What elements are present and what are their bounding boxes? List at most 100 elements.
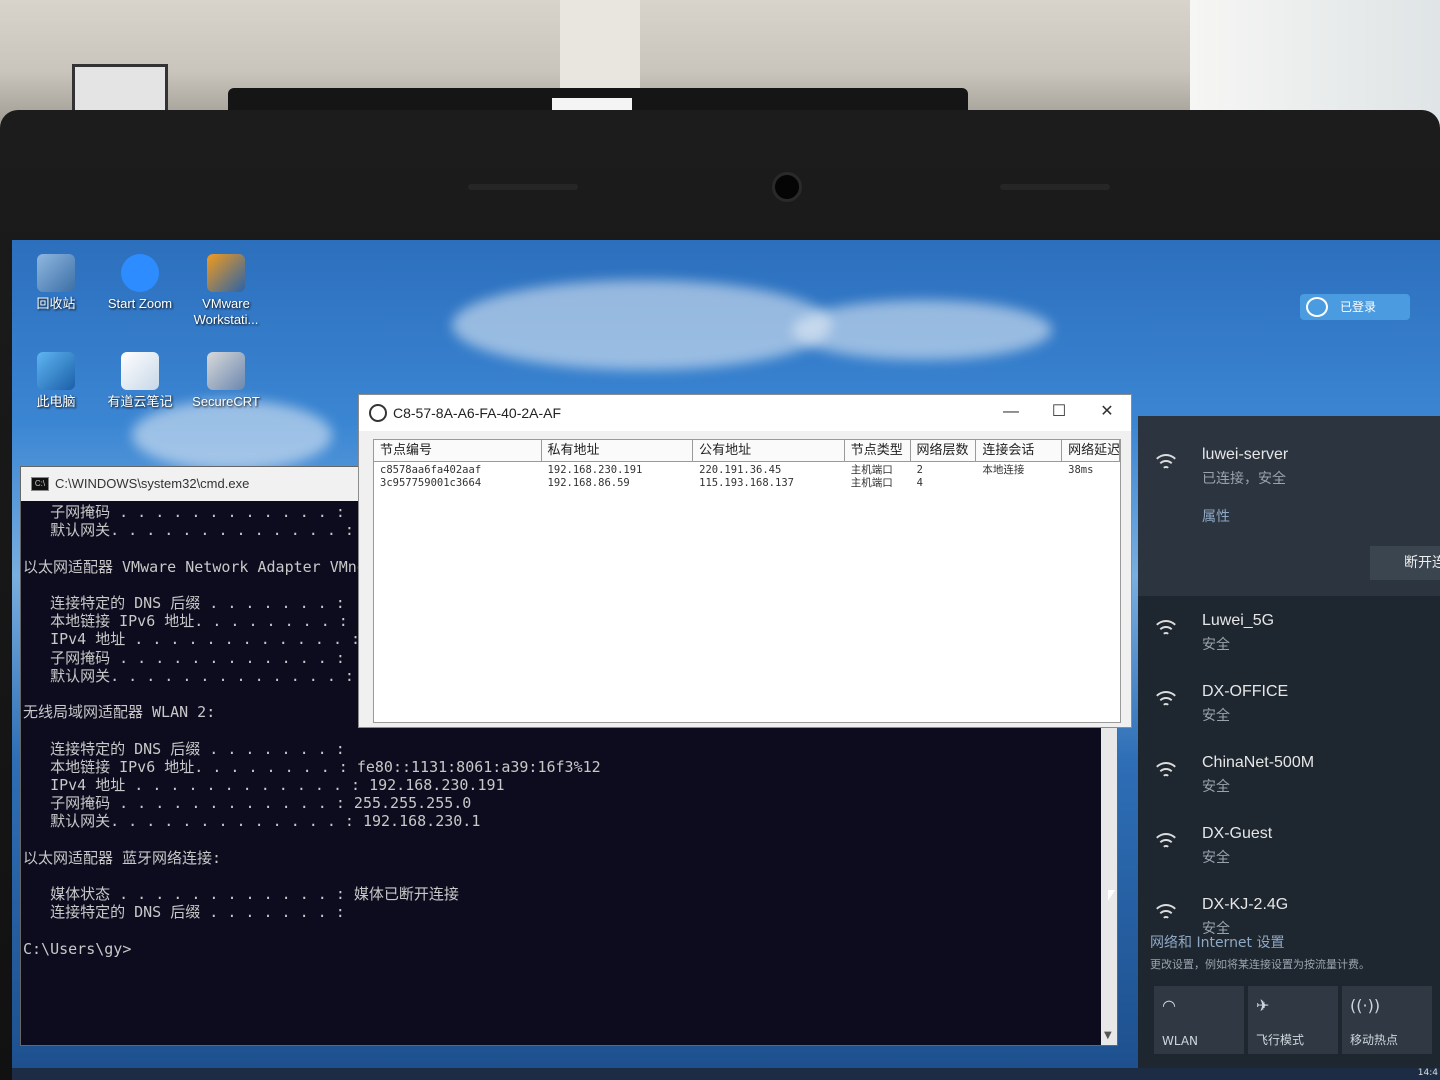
desktop-icon-zoom[interactable]: Start Zoom: [96, 254, 184, 312]
wifi-icon: ◠: [1162, 996, 1176, 1015]
cmd-line: C:\Users\gy>: [23, 939, 132, 958]
cmd-icon: C:\: [31, 477, 49, 491]
disconnect-label: 断开连接: [1404, 555, 1440, 571]
cmd-line: [23, 831, 1117, 849]
table-cell: 115.193.168.137: [699, 477, 794, 489]
table-header: 节点编号 私有地址 公有地址 节点类型 网络层数 连接会话 网络延迟: [374, 440, 1120, 462]
cloud-sync-badge[interactable]: 已登录: [1300, 294, 1410, 320]
wallpaper-cloud: [452, 280, 832, 370]
network-status: 安全: [1202, 707, 1230, 723]
wifi-icon: [1152, 620, 1180, 648]
column-header[interactable]: 公有地址: [693, 440, 845, 461]
app-logo-icon: [369, 404, 387, 422]
scroll-down-icon[interactable]: ▼: [1104, 1030, 1112, 1041]
network-status: 安全: [1202, 849, 1230, 865]
wallpaper-cloud: [132, 400, 332, 470]
network-item[interactable]: Luwei_5G 安全: [1152, 612, 1440, 672]
network-name: DX-OFFICE: [1202, 683, 1289, 700]
table-cell: [1062, 477, 1120, 490]
node-titlebar[interactable]: C8-57-8A-A6-FA-40-2A-AF — ☐ ✕: [359, 395, 1131, 431]
computer-icon: [37, 352, 75, 390]
column-header[interactable]: 网络延迟: [1062, 440, 1120, 461]
table-cell: 192.168.230.191: [547, 464, 643, 476]
disconnect-button[interactable]: 断开连接: [1370, 546, 1440, 580]
node-window-title: C8-57-8A-A6-FA-40-2A-AF: [393, 405, 562, 421]
zoom-icon: [121, 254, 159, 292]
quick-action-label: WLAN: [1162, 1034, 1199, 1048]
network-item[interactable]: DX-OFFICE 安全: [1152, 683, 1440, 743]
desktop-icon-vmware[interactable]: VMware Workstati...: [182, 254, 270, 328]
close-button[interactable]: ✕: [1083, 395, 1131, 431]
wifi-icon: [1152, 762, 1180, 790]
maximize-button[interactable]: ☐: [1035, 395, 1083, 431]
taskbar-clock[interactable]: 14:4: [1418, 1068, 1438, 1078]
table-body: c8578aa6fa402aaf 192.168.230.191 220.191.3…: [374, 462, 1120, 490]
cloud-icon: [1306, 297, 1328, 317]
column-header[interactable]: 节点编号: [374, 440, 542, 461]
cmd-line: [23, 867, 1117, 885]
node-table[interactable]: 节点编号 私有地址 公有地址 节点类型 网络层数 连接会话 网络延迟 c8578aa6fa4…: [373, 439, 1121, 723]
table-cell: 4: [916, 477, 923, 489]
securecrt-icon: [207, 352, 245, 390]
column-header[interactable]: 私有地址: [542, 440, 694, 461]
network-item[interactable]: ChinaNet-500M 安全: [1152, 754, 1440, 814]
table-cell: 3c957759001c3664: [380, 477, 482, 489]
table-cell: 本地连接: [982, 464, 1025, 476]
desktop-icon-label: 回收站: [36, 296, 76, 311]
cmd-line: 连接特定的 DNS 后缀 . . . . . . . :: [23, 903, 345, 922]
column-header[interactable]: 连接会话: [976, 440, 1063, 461]
webcam: [772, 172, 802, 202]
network-name: ChinaNet-500M: [1202, 754, 1315, 771]
cmd-line: 连接特定的 DNS 后缀 . . . . . . . :: [23, 739, 345, 758]
desktop-icon-label: 此电脑: [36, 394, 76, 409]
airplane-icon: ✈: [1256, 996, 1270, 1015]
network-status: 安全: [1202, 636, 1230, 652]
desktop-icon-youdao-note[interactable]: 有道云笔记: [96, 352, 184, 410]
minimize-button[interactable]: —: [987, 395, 1035, 431]
desktop-icon-recycle-bin[interactable]: 回收站: [12, 254, 100, 312]
table-cell: c8578aa6fa402aaf: [380, 464, 482, 476]
cmd-line: 默认网关. . . . . . . . . . . . . : 192.168.…: [23, 812, 481, 831]
desktop-icon-securecrt[interactable]: SecureCRT: [182, 352, 270, 410]
taskbar: 14:4: [12, 1068, 1440, 1080]
cmd-line: 子网掩码 . . . . . . . . . . . . : 255.255.2…: [23, 794, 472, 813]
network-name: luwei-server: [1202, 446, 1289, 463]
node-info-window[interactable]: C8-57-8A-A6-FA-40-2A-AF — ☐ ✕ 节点编号 私有地址 公有…: [358, 394, 1132, 728]
desktop-icon-this-pc[interactable]: 此电脑: [12, 352, 100, 410]
table-row[interactable]: 3c957759001c3664 192.168.86.59 115.193.168…: [374, 477, 1120, 490]
quick-action-label: 飞行模式: [1256, 1033, 1305, 1047]
cmd-title: C:\WINDOWS\system32\cmd.exe: [55, 476, 250, 491]
properties-link[interactable]: 属性: [1202, 506, 1230, 526]
bezel-slot: [1000, 184, 1110, 190]
network-settings-link[interactable]: 网络和 Internet 设置: [1150, 932, 1285, 952]
wifi-icon: [1152, 904, 1180, 932]
active-network[interactable]: luwei-server 已连接，安全 属性 断开连接: [1138, 416, 1440, 596]
hotspot-icon: ((·)): [1350, 996, 1381, 1015]
network-item[interactable]: DX-Guest 安全: [1152, 825, 1440, 885]
vmware-icon: [207, 254, 245, 292]
quick-action-hotspot[interactable]: ((·)) 移动热点: [1342, 986, 1432, 1054]
network-status: 已连接，安全: [1202, 470, 1286, 486]
table-cell: [976, 477, 1062, 490]
note-icon: [121, 352, 159, 390]
network-item-active[interactable]: luwei-server 已连接，安全: [1152, 446, 1440, 506]
desktop-screen: 回收站 Start Zoom VMware Workstati... 此电脑 有…: [12, 240, 1440, 1080]
network-name: Luwei_5G: [1202, 612, 1275, 629]
bezel-slot: [468, 184, 578, 190]
table-cell: 220.191.36.45: [699, 464, 782, 476]
desktop-icon-label: SecureCRT: [192, 394, 260, 409]
table-row[interactable]: c8578aa6fa402aaf 192.168.230.191 220.191.3…: [374, 464, 1120, 477]
column-header[interactable]: 节点类型: [845, 440, 911, 461]
column-header[interactable]: 网络层数: [911, 440, 977, 461]
network-settings-description: 更改设置，例如将某连接设置为按流量计费。: [1150, 958, 1370, 971]
cmd-line: 以太网适配器 蓝牙网络连接:: [23, 848, 222, 867]
table-cell: 主机端口: [850, 477, 893, 489]
quick-action-wlan[interactable]: ◠ WLAN: [1154, 986, 1244, 1054]
network-name: DX-KJ-2.4G: [1202, 896, 1289, 913]
desktop-icon-label: Start Zoom: [107, 296, 173, 311]
table-cell: 38ms: [1068, 464, 1094, 476]
quick-action-airplane[interactable]: ✈ 飞行模式: [1248, 986, 1338, 1054]
wifi-icon: [1152, 833, 1180, 861]
cmd-line: 媒体状态 . . . . . . . . . . . . : 媒体已断开连接: [23, 885, 459, 904]
network-status: 安全: [1202, 778, 1230, 794]
